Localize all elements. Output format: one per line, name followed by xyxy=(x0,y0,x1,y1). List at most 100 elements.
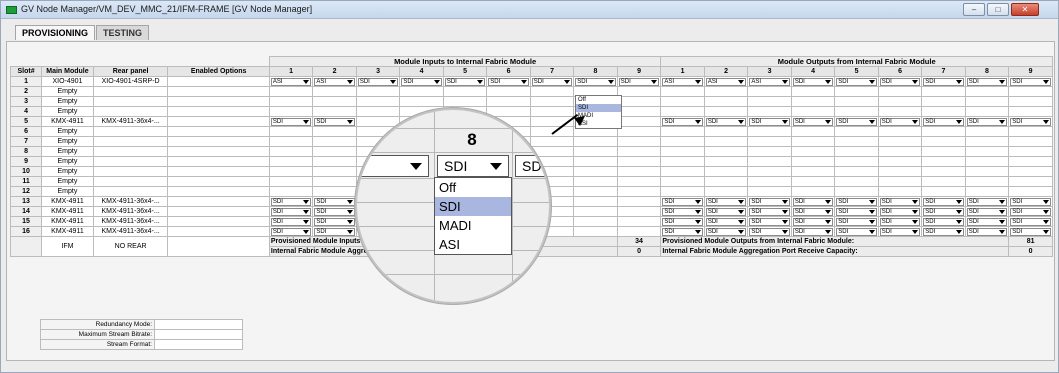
output-port-select[interactable]: SDI xyxy=(792,117,834,126)
input-port-select[interactable]: ASI xyxy=(314,77,355,86)
select-value: SDI xyxy=(794,78,805,85)
output-port-select[interactable]: SDI xyxy=(1010,77,1051,86)
output-port-select[interactable]: ASI xyxy=(749,77,790,86)
input-port-cell xyxy=(573,196,618,207)
output-port-select[interactable]: SDI xyxy=(879,217,921,226)
output-port-select[interactable]: SDI xyxy=(1010,197,1051,206)
main-module-cell: Empty xyxy=(41,156,94,167)
output-port-select[interactable]: SDI xyxy=(836,117,877,126)
output-port-select[interactable]: SDI xyxy=(792,197,834,206)
input-port-select[interactable]: SDI xyxy=(575,77,616,86)
output-port-select[interactable]: SDI xyxy=(879,77,921,86)
input-port-select[interactable]: SDI xyxy=(357,77,399,86)
output-port-select[interactable]: SDI xyxy=(879,207,921,216)
output-port-select[interactable]: SDI xyxy=(966,207,1008,216)
maximize-button[interactable]: □ xyxy=(987,3,1009,16)
tab-testing[interactable]: TESTING xyxy=(96,25,150,40)
main-module-cell: KMX-4911 xyxy=(41,206,94,217)
output-port-select[interactable]: SDI xyxy=(749,227,790,236)
input-port-select[interactable]: SDI xyxy=(531,77,573,86)
output-port-select[interactable]: SDI xyxy=(749,117,790,126)
input-port-select[interactable]: SDI xyxy=(488,77,529,86)
output-port-select[interactable]: SDI xyxy=(966,117,1008,126)
chevron-down-icon xyxy=(303,199,310,204)
output-port-select[interactable]: SDI xyxy=(662,227,703,236)
input-port-select[interactable]: SDI xyxy=(314,217,355,226)
output-port-select[interactable]: SDI xyxy=(749,207,790,216)
chevron-down-icon xyxy=(868,229,875,234)
output-port-select[interactable]: SDI xyxy=(1010,217,1051,226)
output-port-select[interactable]: SDI xyxy=(662,207,703,216)
input-port-select[interactable]: SDI xyxy=(401,77,442,86)
output-port-select[interactable]: SDI xyxy=(792,77,834,86)
tab-provisioning[interactable]: PROVISIONING xyxy=(15,25,96,40)
chevron-down-icon xyxy=(694,219,701,224)
output-port-cell xyxy=(660,136,705,147)
table-row: 1 XIO-4901 XIO-4901-4SRP-D ASI ASI SDI SDI SDI S… xyxy=(9,76,1053,87)
output-port-select[interactable]: ASI xyxy=(662,77,703,86)
output-port-select[interactable]: SDI xyxy=(923,117,964,126)
output-port-select[interactable]: SDI xyxy=(879,197,921,206)
output-port-select[interactable]: SDI xyxy=(792,217,834,226)
output-port-select[interactable]: SDI xyxy=(705,217,747,226)
output-port-select[interactable]: SDI xyxy=(705,227,747,236)
input-port-select[interactable]: SDI xyxy=(270,207,312,216)
output-port-select[interactable]: SDI xyxy=(749,217,790,226)
input-port-select[interactable]: SDI xyxy=(314,117,355,126)
input-port-cell xyxy=(312,136,357,147)
output-port-select[interactable]: SDI xyxy=(1010,227,1051,236)
output-port-cell xyxy=(660,96,705,107)
output-port-select[interactable]: SDI xyxy=(836,217,877,226)
main-module-cell: XIO-4901 xyxy=(41,76,94,87)
output-port-select[interactable]: SDI xyxy=(836,207,877,216)
output-port-select[interactable]: SDI xyxy=(836,227,877,236)
input-port-select[interactable]: SDI xyxy=(270,117,312,126)
input-port-select[interactable]: SDI xyxy=(314,197,355,206)
select-value: SDI xyxy=(707,218,718,225)
input-port-select[interactable]: SDI xyxy=(314,207,355,216)
close-button[interactable]: ✕ xyxy=(1011,3,1039,16)
output-port-select[interactable]: SDI xyxy=(923,77,964,86)
output-port-select[interactable]: SDI xyxy=(792,227,834,236)
output-port-cell xyxy=(921,126,966,137)
output-port-select[interactable]: SDI xyxy=(879,227,921,236)
output-port-select[interactable]: SDI xyxy=(966,227,1008,236)
input-port-select[interactable]: SDI xyxy=(270,227,312,236)
output-port-select[interactable]: SDI xyxy=(966,217,1008,226)
output-port-select[interactable]: ASI xyxy=(705,77,747,86)
output-port-select[interactable]: SDI xyxy=(749,197,790,206)
output-port-select[interactable]: SDI xyxy=(923,207,964,216)
output-port-cell xyxy=(790,176,836,187)
output-port-select[interactable]: SDI xyxy=(923,197,964,206)
output-port-select[interactable]: SDI xyxy=(705,197,747,206)
output-port-select[interactable]: SDI xyxy=(966,77,1008,86)
input-port-select[interactable]: SDI xyxy=(270,197,312,206)
input-port-select[interactable]: SDI xyxy=(444,77,486,86)
output-port-select[interactable]: SDI xyxy=(705,207,747,216)
output-port-select[interactable]: SDI xyxy=(923,227,964,236)
input-port-select[interactable]: ASI xyxy=(270,77,312,86)
input-port-select[interactable]: SDI xyxy=(314,227,355,236)
rear-panel-cell xyxy=(92,176,169,187)
dropdown-option[interactable]: Off xyxy=(576,96,621,104)
rear-panel-cell: XIO-4901-4SRP-D xyxy=(92,76,169,87)
minimize-button[interactable]: – xyxy=(963,3,985,16)
output-port-select[interactable]: SDI xyxy=(966,197,1008,206)
output-port-select[interactable]: SDI xyxy=(836,197,877,206)
output-port-select[interactable]: SDI xyxy=(705,117,747,126)
output-port-select[interactable]: SDI xyxy=(1010,207,1051,216)
output-port-select[interactable]: SDI xyxy=(792,207,834,216)
input-port-select[interactable]: SDI xyxy=(618,77,660,86)
output-port-select[interactable]: SDI xyxy=(1010,117,1051,126)
output-port-select[interactable]: SDI xyxy=(662,117,703,126)
input-port-select[interactable]: SDI xyxy=(270,217,312,226)
dropdown-option[interactable]: SDI xyxy=(576,104,621,112)
table-row: 5 KMX-4911 KMX-4911-36x4-... SDI SDI SDI SDI SD… xyxy=(9,116,1053,127)
output-port-select[interactable]: SDI xyxy=(836,77,877,86)
input-port-cell xyxy=(355,116,401,127)
output-port-cell xyxy=(921,156,966,167)
output-port-select[interactable]: SDI xyxy=(923,217,964,226)
output-port-select[interactable]: SDI xyxy=(662,217,703,226)
output-port-select[interactable]: SDI xyxy=(879,117,921,126)
output-port-select[interactable]: SDI xyxy=(662,197,703,206)
